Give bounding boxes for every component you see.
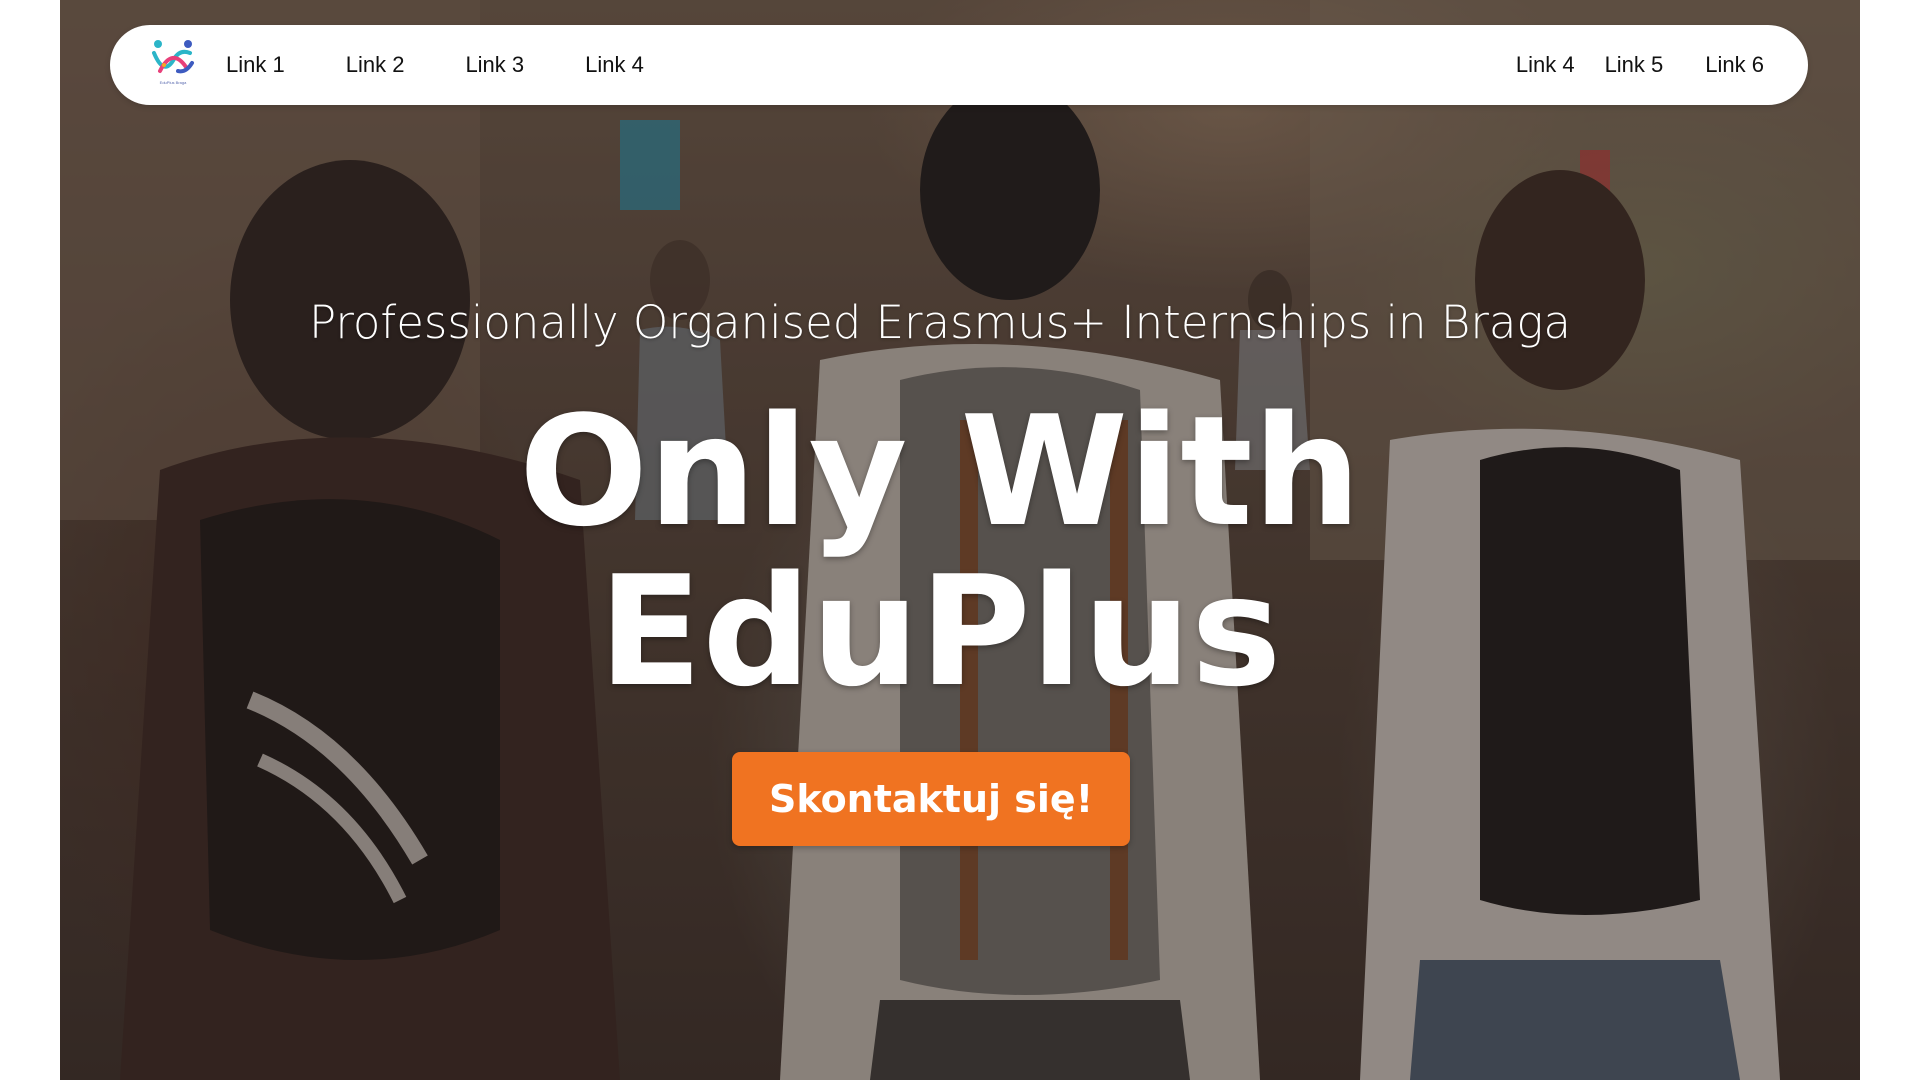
nav-link-4-right[interactable]: Link 4 xyxy=(1516,52,1575,78)
hero-headline-line-1: Only With xyxy=(518,383,1362,560)
logo-caption: EduPlus Braga xyxy=(159,80,187,85)
nav-right-group: Link 4 Link 5 Link 6 xyxy=(1516,52,1764,78)
contact-button[interactable]: Skontaktuj się! xyxy=(732,752,1130,846)
nav-link-5[interactable]: Link 5 xyxy=(1605,52,1664,78)
page: EduPlus Braga Link 1 Link 2 Link 3 Link … xyxy=(0,0,1920,1080)
hero-headline: Only With EduPlus xyxy=(0,392,1880,712)
nav-link-4[interactable]: Link 4 xyxy=(585,52,644,78)
eduplus-logo[interactable]: EduPlus Braga xyxy=(148,37,198,93)
nav-left-group: Link 1 Link 2 Link 3 Link 4 xyxy=(226,52,1516,78)
nav-link-2[interactable]: Link 2 xyxy=(346,52,405,78)
nav-link-1[interactable]: Link 1 xyxy=(226,52,285,78)
nav-link-3[interactable]: Link 3 xyxy=(465,52,524,78)
eduplus-logo-icon xyxy=(152,40,194,74)
hero-headline-line-2: EduPlus xyxy=(598,543,1282,720)
top-navbar: EduPlus Braga Link 1 Link 2 Link 3 Link … xyxy=(110,25,1808,105)
hero-subtitle: Professionally Organised Erasmus+ Intern… xyxy=(309,296,1571,349)
nav-link-6[interactable]: Link 6 xyxy=(1705,52,1764,78)
